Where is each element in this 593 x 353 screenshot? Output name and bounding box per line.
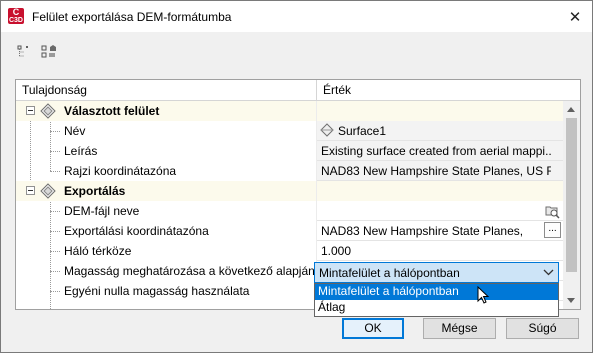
- grid-header: Tulajdonság Érték: [16, 80, 580, 101]
- help-button[interactable]: Súgó: [506, 318, 579, 339]
- property-row-description[interactable]: Leírás Existing surface created from aer…: [16, 141, 563, 161]
- ellipsis-button[interactable]: ...: [544, 222, 561, 238]
- elevation-basis-combobox[interactable]: Mintafelület a hálópontban: [314, 262, 559, 283]
- column-header-value: Érték: [323, 83, 352, 97]
- ok-button[interactable]: OK: [342, 318, 404, 339]
- column-header-property: Tulajdonság: [22, 83, 87, 97]
- close-button[interactable]: ✕: [558, 1, 592, 32]
- mouse-cursor-icon: [477, 286, 490, 304]
- civil3d-app-icon: C C3D: [8, 7, 24, 24]
- title-bar: C C3D Felület exportálása DEM-formátumba …: [1, 1, 592, 32]
- property-row-dem-filename[interactable]: DEM-fájl neve: [16, 201, 563, 221]
- property-label: Egyéni nulla magasság használata: [64, 284, 250, 298]
- property-value[interactable]: Existing surface created from aerial map…: [317, 141, 563, 161]
- property-row-export-coordinate-zone[interactable]: Exportálási koordinátazóna NAD83 New Ham…: [16, 221, 563, 241]
- property-label: Rajzi koordinátazóna: [64, 164, 177, 178]
- property-value[interactable]: NAD83 New Hampshire State Planes, U... .…: [317, 221, 563, 241]
- vertical-scrollbar[interactable]: [563, 101, 580, 309]
- property-label: Exportálási koordinátazóna: [64, 224, 209, 238]
- collapse-icon[interactable]: [26, 186, 35, 195]
- property-value[interactable]: 1.000: [317, 241, 563, 261]
- property-row-drawing-coordinate-zone[interactable]: Rajzi koordinátazóna NAD83 New Hampshire…: [16, 161, 563, 181]
- category-label: Exportálás: [64, 184, 126, 198]
- property-label: Név: [64, 124, 86, 138]
- close-icon: ✕: [568, 8, 582, 26]
- category-row-selected-surface[interactable]: Választott felület: [16, 101, 563, 121]
- cancel-button[interactable]: Mégse: [423, 318, 496, 339]
- chevron-down-icon[interactable]: [541, 264, 556, 281]
- surface-category-icon: [40, 103, 56, 119]
- browse-file-icon[interactable]: [544, 203, 560, 219]
- property-row-name[interactable]: Név Surface1: [16, 121, 563, 141]
- surface-icon: [320, 123, 334, 137]
- export-category-icon: [40, 183, 56, 199]
- scroll-up-icon[interactable]: [567, 107, 575, 112]
- property-value[interactable]: Surface1: [317, 121, 563, 141]
- collapse-icon[interactable]: [26, 106, 35, 115]
- property-row-grid-spacing[interactable]: Háló térköze 1.000: [16, 241, 563, 261]
- dropdown-option-sample-at-grid[interactable]: Mintafelület a hálópontban: [315, 284, 558, 300]
- property-value[interactable]: [317, 201, 563, 221]
- property-label: Leírás: [64, 144, 98, 158]
- category-row-export[interactable]: Exportálás: [16, 181, 563, 201]
- export-dem-dialog: C C3D Felület exportálása DEM-formátumba …: [0, 0, 593, 353]
- property-value[interactable]: NAD83 New Hampshire State Planes, US F..…: [317, 161, 563, 181]
- category-label: Választott felület: [64, 104, 160, 118]
- property-label: Magasság meghatározása a következő alapj…: [64, 264, 319, 278]
- categorized-view-icon[interactable]: [17, 44, 33, 60]
- dropdown-option-average[interactable]: Átlag: [315, 300, 558, 316]
- window-title: Felület exportálása DEM-formátumba: [32, 10, 232, 24]
- combobox-selected-value: Mintafelület a hálópontban: [319, 266, 460, 280]
- elevation-basis-dropdown-list: Mintafelület a hálópontban Átlag: [314, 283, 559, 317]
- scroll-thumb[interactable]: [566, 118, 577, 272]
- property-label: Háló térköze: [64, 244, 132, 258]
- scroll-down-icon[interactable]: [567, 298, 575, 303]
- property-label: DEM-fájl neve: [64, 204, 140, 218]
- alphabetical-view-icon[interactable]: [41, 44, 57, 60]
